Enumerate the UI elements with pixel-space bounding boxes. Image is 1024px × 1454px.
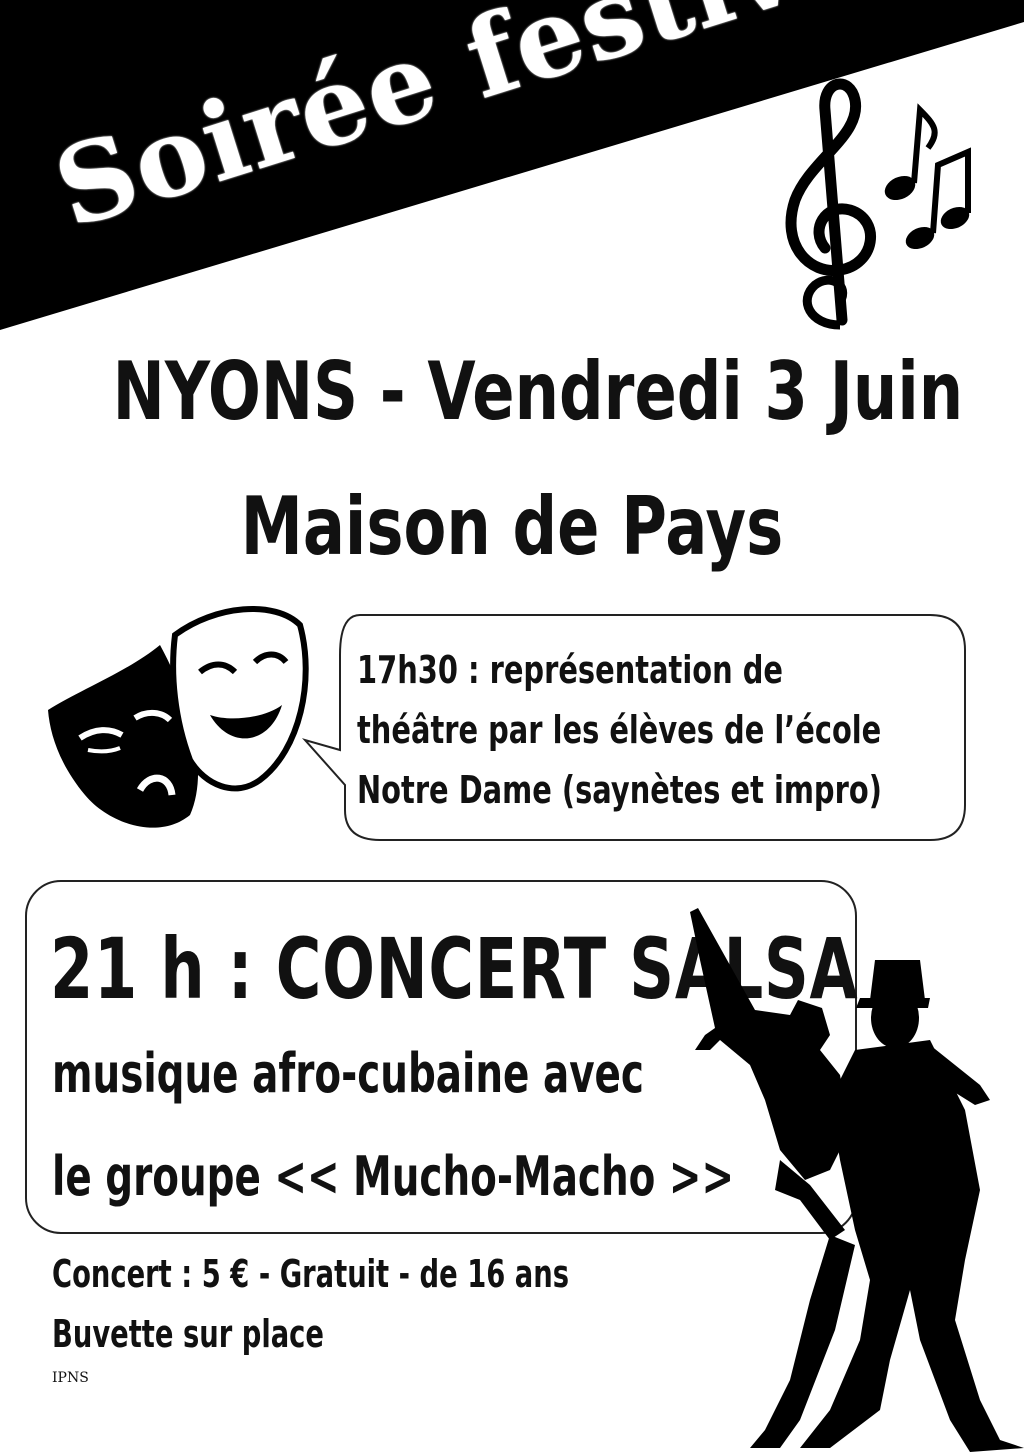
salsa-dancers-silhouette: [690, 908, 1024, 1452]
concert-description-line: le groupe << Mucho-Macho >>: [52, 1145, 735, 1208]
ipns-mention: IPNS: [52, 1370, 89, 1386]
bar-info: Buvette sur place: [52, 1312, 324, 1356]
theatre-line: Notre Dame (saynètes et impro): [357, 768, 882, 812]
event-city-date: NYONS - Vendredi 3 Juin: [112, 345, 964, 438]
event-poster: Soirée festive NYONS - Vendredi 3 Juin M…: [0, 0, 1024, 1454]
theatre-line: théâtre par les élèves de l’école: [357, 708, 882, 752]
concert-description-line: musique afro-cubaine avec: [52, 1042, 644, 1105]
treble-clef-icon: [785, 78, 971, 330]
theatre-masks-icon: [48, 606, 309, 828]
theatre-description: 17h30 : représentation de théâtre par le…: [357, 640, 957, 820]
concert-price: Concert : 5 € - Gratuit - de 16 ans: [52, 1252, 570, 1296]
theatre-line: 17h30 : représentation de: [357, 648, 783, 692]
event-venue: Maison de Pays: [240, 480, 784, 573]
